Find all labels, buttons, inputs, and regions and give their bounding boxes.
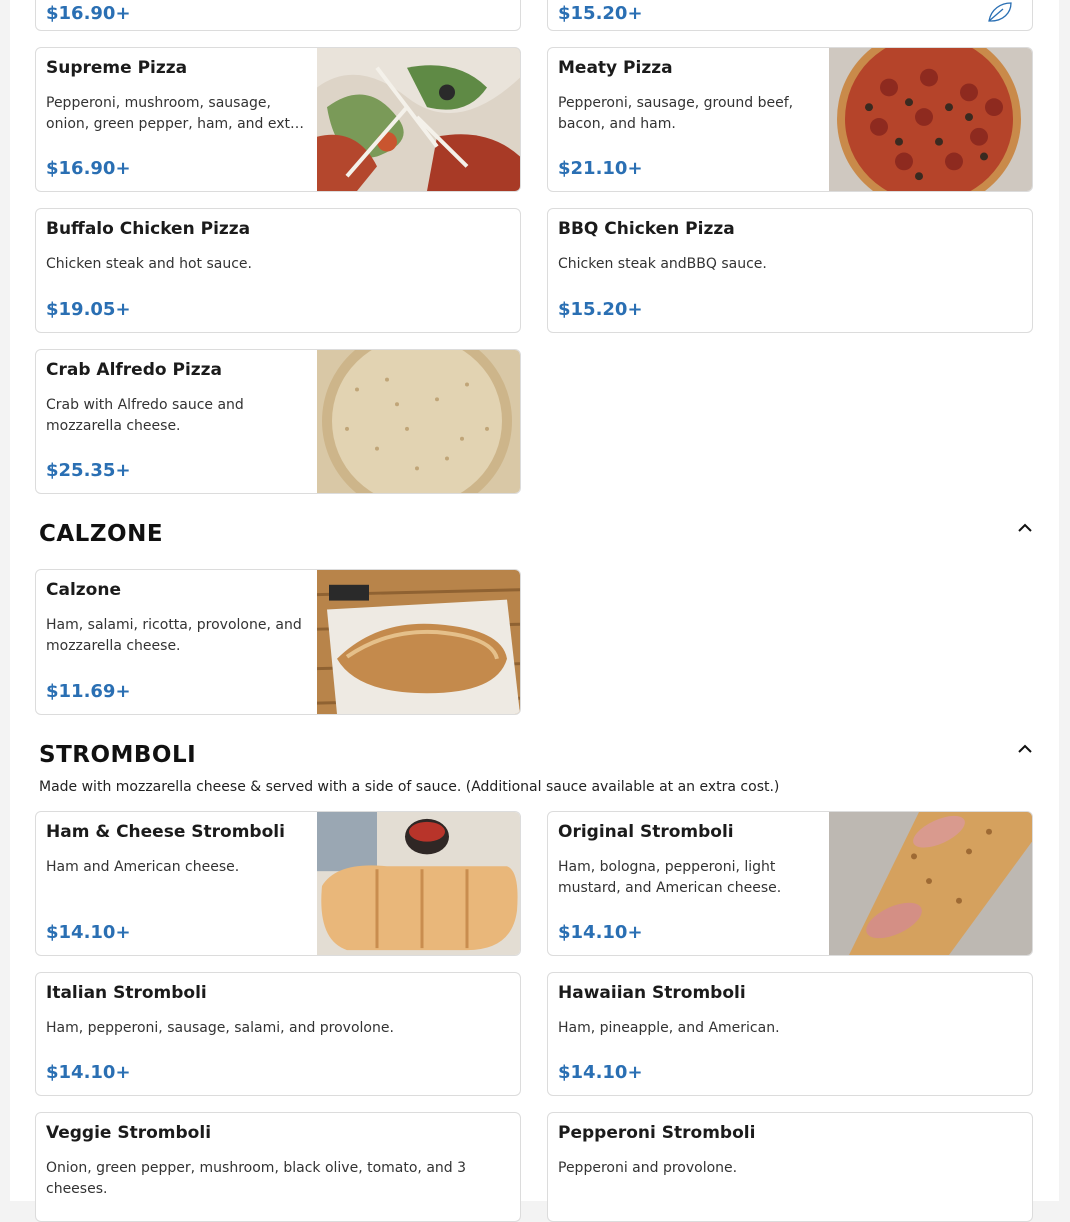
item-price: $19.05+ (46, 299, 131, 320)
item-price: $14.10+ (46, 922, 131, 943)
item-name: Hawaiian Stromboli (558, 983, 746, 1003)
item-description: Ham, bologna, pepperoni, light mustard, … (558, 859, 782, 896)
section-title-calzone: CALZONE (39, 521, 164, 547)
menu-item-card[interactable]: Original Stromboli Ham, bologna, peppero… (547, 811, 1033, 956)
section-title-stromboli: STROMBOLI (39, 742, 197, 768)
menu-item-card[interactable]: Buffalo Chicken Pizza Chicken steak and … (35, 208, 521, 333)
crab-alfredo-pizza-photo (317, 350, 520, 493)
supreme-pizza-photo (317, 48, 520, 191)
item-name: BBQ Chicken Pizza (558, 219, 735, 239)
original-stromboli-photo (829, 812, 1032, 955)
menu-item-card[interactable]: Calzone Ham, salami, ricotta, provolone,… (35, 569, 521, 715)
ham-cheese-stromboli-photo (317, 812, 520, 955)
menu-item-card[interactable]: BBQ Chicken Pizza Chicken steak andBBQ s… (547, 208, 1033, 333)
menu-item-card[interactable]: Meaty Pizza Pepperoni, sausage, ground b… (547, 47, 1033, 192)
menu-item-card[interactable]: Pepperoni Stromboli Pepperoni and provol… (547, 1112, 1033, 1222)
menu-item-card-partial[interactable]: $16.90+ (35, 0, 521, 31)
item-name: Supreme Pizza (46, 58, 188, 78)
item-name: Meaty Pizza (558, 58, 673, 78)
menu-page: $16.90+ $15.20+ Supreme Pizza Pepperoni,… (10, 0, 1059, 1222)
menu-item-card[interactable]: Veggie Stromboli Onion, green pepper, mu… (35, 1112, 521, 1222)
item-name: Ham & Cheese Stromboli (46, 822, 285, 842)
item-price: $16.90+ (46, 3, 131, 24)
leaf-icon (988, 2, 1012, 22)
meaty-pizza-photo (829, 48, 1032, 191)
item-description: Pepperoni, sausage, ground beef, bacon, … (558, 95, 794, 132)
item-description: Pepperoni and provolone. (558, 1160, 738, 1176)
item-price: $15.20+ (558, 299, 643, 320)
menu-item-card[interactable]: Italian Stromboli Ham, pepperoni, sausag… (35, 972, 521, 1096)
item-name: Original Stromboli (558, 822, 734, 842)
item-description: Chicken steak andBBQ sauce. (558, 256, 767, 272)
item-description: Ham, salami, ricotta, provolone, and moz… (46, 617, 302, 654)
menu-item-card[interactable]: Crab Alfredo Pizza Crab with Alfredo sau… (35, 349, 521, 494)
item-price: $14.10+ (46, 1062, 131, 1083)
item-name: Calzone (46, 580, 121, 600)
menu-item-card[interactable]: Ham & Cheese Stromboli Ham and American … (35, 811, 521, 956)
section-description: Made with mozzarella cheese & served wit… (39, 779, 780, 795)
calzone-photo (317, 570, 520, 714)
chevron-up-icon[interactable] (1014, 517, 1036, 539)
item-price: $21.10+ (558, 158, 643, 179)
item-description: Onion, green pepper, mushroom, black oli… (46, 1160, 467, 1197)
item-name: Buffalo Chicken Pizza (46, 219, 251, 239)
item-description: Ham, pepperoni, sausage, salami, and pro… (46, 1020, 394, 1036)
item-name: Crab Alfredo Pizza (46, 360, 223, 380)
menu-item-card[interactable]: Hawaiian Stromboli Ham, pineapple, and A… (547, 972, 1033, 1096)
item-description: Ham, pineapple, and American. (558, 1020, 780, 1036)
menu-item-card[interactable]: Supreme Pizza Pepperoni, mushroom, sausa… (35, 47, 521, 192)
item-name: Pepperoni Stromboli (558, 1123, 756, 1143)
item-price: $14.10+ (558, 1062, 643, 1083)
chevron-up-icon[interactable] (1014, 738, 1036, 760)
item-name: Veggie Stromboli (46, 1123, 212, 1143)
item-description: Chicken steak and hot sauce. (46, 256, 252, 272)
item-price: $25.35+ (46, 460, 131, 481)
item-price: $11.69+ (46, 681, 131, 702)
item-description: Crab with Alfredo sauce and mozzarella c… (46, 397, 244, 434)
item-price: $15.20+ (558, 3, 643, 24)
item-description: Ham and American cheese. (46, 859, 240, 875)
item-name: Italian Stromboli (46, 983, 207, 1003)
menu-item-card-partial[interactable]: $15.20+ (547, 0, 1033, 31)
item-price: $16.90+ (46, 158, 131, 179)
item-price: $14.10+ (558, 922, 643, 943)
item-description: Pepperoni, mushroom, sausage, onion, gre… (46, 95, 305, 132)
